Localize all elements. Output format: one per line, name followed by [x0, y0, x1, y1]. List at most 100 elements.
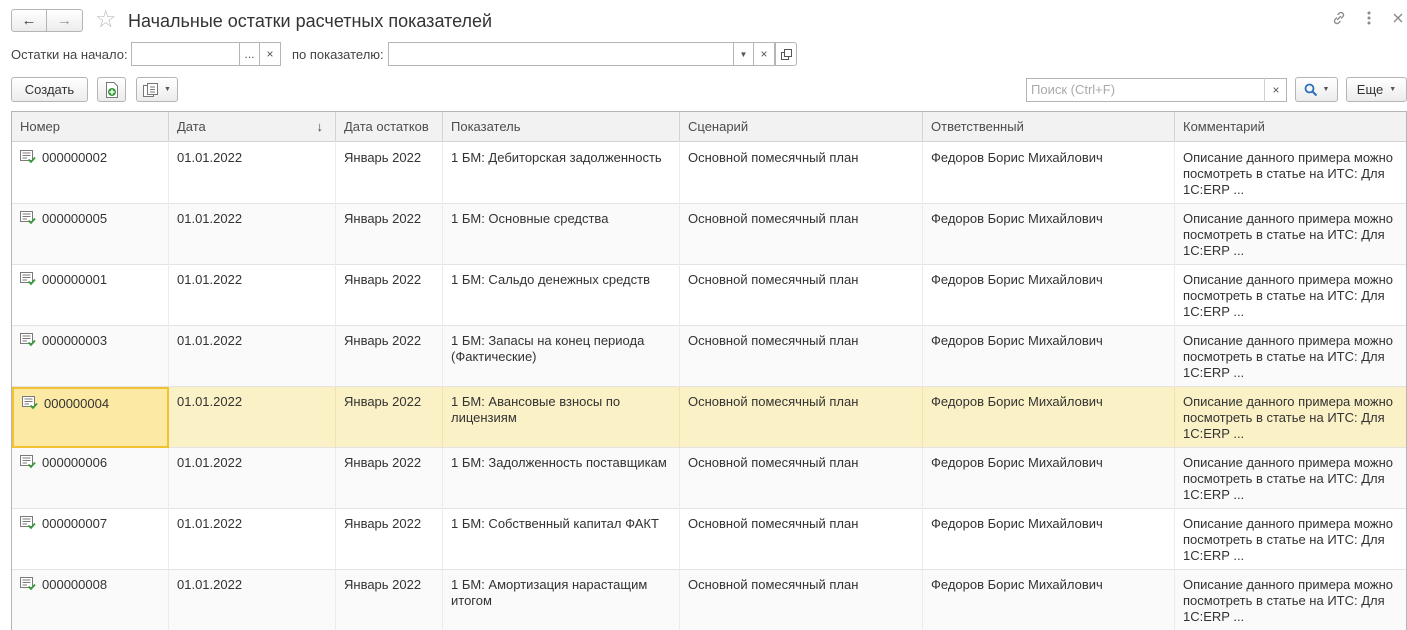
- cell-scenario[interactable]: Основной помесячный план: [680, 448, 923, 509]
- cell-indicator[interactable]: 1 БМ: Дебиторская задолженность: [443, 143, 680, 204]
- cell-balance-date[interactable]: Январь 2022: [336, 326, 443, 387]
- cell-number[interactable]: 000000007: [12, 509, 169, 570]
- document-number: 000000004: [44, 396, 110, 411]
- cell-date[interactable]: 01.01.2022: [169, 509, 336, 570]
- cell-responsible[interactable]: Федоров Борис Михайлович: [923, 448, 1175, 509]
- table-row[interactable]: 000000004 01.01.2022 Январь 2022 1 БМ: Аван…: [12, 387, 1406, 448]
- cell-balance-date[interactable]: Январь 2022: [336, 387, 443, 448]
- print-menu-button[interactable]: ▼: [136, 77, 178, 102]
- cell-date[interactable]: 01.01.2022: [169, 448, 336, 509]
- more-button[interactable]: Еще ▼: [1346, 77, 1407, 102]
- cell-comment[interactable]: Описание данного примера можно посмотрет…: [1175, 387, 1406, 448]
- column-header-scenario[interactable]: Сценарий: [680, 112, 923, 142]
- cell-comment[interactable]: Описание данного примера можно посмотрет…: [1175, 509, 1406, 570]
- cell-balance-date[interactable]: Январь 2022: [336, 265, 443, 326]
- cell-indicator[interactable]: 1 БМ: Амортизация нарастащим итогом: [443, 570, 680, 630]
- cell-number[interactable]: 000000004: [12, 387, 169, 448]
- cell-scenario[interactable]: Основной помесячный план: [680, 570, 923, 630]
- indicator-dropdown-button[interactable]: ▼: [733, 42, 754, 66]
- cell-comment[interactable]: Описание данного примера можно посмотрет…: [1175, 570, 1406, 630]
- cell-date[interactable]: 01.01.2022: [169, 204, 336, 265]
- indicator-field[interactable]: [388, 42, 734, 66]
- close-icon[interactable]: [1392, 10, 1404, 31]
- indicator-open-button[interactable]: [775, 42, 797, 66]
- cell-scenario[interactable]: Основной помесячный план: [680, 204, 923, 265]
- table-row[interactable]: 000000003 01.01.2022 Январь 2022 1 БМ: Запа…: [12, 326, 1406, 387]
- start-date-clear-button[interactable]: ×: [260, 42, 281, 66]
- start-date-select-button[interactable]: ...: [239, 42, 260, 66]
- cell-responsible[interactable]: Федоров Борис Михайлович: [923, 265, 1175, 326]
- create-copy-button[interactable]: [97, 77, 126, 102]
- cell-indicator[interactable]: 1 БМ: Авансовые взносы по лицензиям: [443, 387, 680, 448]
- cell-responsible[interactable]: Федоров Борис Михайлович: [923, 570, 1175, 630]
- cell-balance-date[interactable]: Январь 2022: [336, 509, 443, 570]
- cell-responsible[interactable]: Федоров Борис Михайлович: [923, 509, 1175, 570]
- column-header-balance-date[interactable]: Дата остатков: [336, 112, 443, 142]
- chevron-down-icon: ▼: [739, 49, 748, 59]
- cell-comment[interactable]: Описание данного примера можно посмотрет…: [1175, 265, 1406, 326]
- cell-date[interactable]: 01.01.2022: [169, 143, 336, 204]
- cell-indicator[interactable]: 1 БМ: Основные средства: [443, 204, 680, 265]
- table-row[interactable]: 000000005 01.01.2022 Январь 2022 1 БМ: Осно…: [12, 204, 1406, 265]
- cell-responsible[interactable]: Федоров Борис Михайлович: [923, 326, 1175, 387]
- documents-table[interactable]: Номер Дата ↓ Дата остатков Показатель Сц…: [11, 111, 1407, 630]
- cell-responsible[interactable]: Федоров Борис Михайлович: [923, 143, 1175, 204]
- search-input[interactable]: Поиск (Ctrl+F): [1026, 78, 1287, 102]
- document-posted-icon: [20, 516, 36, 530]
- start-date-field[interactable]: [131, 42, 240, 66]
- table-row[interactable]: 000000001 01.01.2022 Январь 2022 1 БМ: Саль…: [12, 265, 1406, 326]
- column-header-number[interactable]: Номер: [12, 112, 169, 142]
- cell-number[interactable]: 000000005: [12, 204, 169, 265]
- column-header-responsible[interactable]: Ответственный: [923, 112, 1175, 142]
- cell-number[interactable]: 000000006: [12, 448, 169, 509]
- cell-responsible[interactable]: Федоров Борис Михайлович: [923, 387, 1175, 448]
- table-row[interactable]: 000000007 01.01.2022 Январь 2022 1 БМ: Собс…: [12, 509, 1406, 570]
- column-header-date[interactable]: Дата ↓: [169, 112, 336, 142]
- search-options-button[interactable]: ▼: [1295, 77, 1338, 102]
- cell-date[interactable]: 01.01.2022: [169, 265, 336, 326]
- cell-comment[interactable]: Описание данного примера можно посмотрет…: [1175, 204, 1406, 265]
- cell-indicator[interactable]: 1 БМ: Собственный капитал ФАКТ: [443, 509, 680, 570]
- cell-number[interactable]: 000000002: [12, 143, 169, 204]
- table-row[interactable]: 000000008 01.01.2022 Январь 2022 1 БМ: Амор…: [12, 570, 1406, 630]
- forward-button[interactable]: →: [47, 9, 83, 32]
- more-button-label: Еще: [1356, 82, 1384, 97]
- cell-comment[interactable]: Описание данного примера можно посмотрет…: [1175, 448, 1406, 509]
- table-row[interactable]: 000000006 01.01.2022 Январь 2022 1 БМ: Задо…: [12, 448, 1406, 509]
- cell-balance-date[interactable]: Январь 2022: [336, 448, 443, 509]
- arrow-left-icon: ←: [21, 12, 37, 29]
- cell-scenario[interactable]: Основной помесячный план: [680, 265, 923, 326]
- cell-number[interactable]: 000000001: [12, 265, 169, 326]
- indicator-clear-button[interactable]: ×: [754, 42, 775, 66]
- report-icon: [143, 82, 159, 97]
- cell-scenario[interactable]: Основной помесячный план: [680, 326, 923, 387]
- cell-date[interactable]: 01.01.2022: [169, 570, 336, 630]
- cell-balance-date[interactable]: Январь 2022: [336, 204, 443, 265]
- cell-scenario[interactable]: Основной помесячный план: [680, 387, 923, 448]
- cell-comment[interactable]: Описание данного примера можно посмотрет…: [1175, 143, 1406, 204]
- link-icon[interactable]: [1331, 10, 1347, 31]
- star-icon[interactable]: ☆: [95, 7, 117, 33]
- create-button[interactable]: Создать: [11, 77, 88, 102]
- more-vertical-icon[interactable]: [1362, 10, 1376, 31]
- cell-scenario[interactable]: Основной помесячный план: [680, 143, 923, 204]
- cell-number[interactable]: 000000008: [12, 570, 169, 630]
- column-header-indicator[interactable]: Показатель: [443, 112, 680, 142]
- cell-indicator[interactable]: 1 БМ: Запасы на конец периода (Фактическ…: [443, 326, 680, 387]
- cell-balance-date[interactable]: Январь 2022: [336, 143, 443, 204]
- cell-indicator[interactable]: 1 БМ: Задолженность поставщикам: [443, 448, 680, 509]
- cell-date[interactable]: 01.01.2022: [169, 326, 336, 387]
- document-number: 000000003: [42, 333, 108, 348]
- cell-comment[interactable]: Описание данного примера можно посмотрет…: [1175, 326, 1406, 387]
- cell-number[interactable]: 000000003: [12, 326, 169, 387]
- cell-date[interactable]: 01.01.2022: [169, 387, 336, 448]
- back-button[interactable]: ←: [11, 9, 47, 32]
- cell-scenario[interactable]: Основной помесячный план: [680, 509, 923, 570]
- cell-responsible[interactable]: Федоров Борис Михайлович: [923, 204, 1175, 265]
- search-clear-button[interactable]: ×: [1264, 78, 1287, 102]
- document-number: 000000001: [42, 272, 108, 287]
- cell-balance-date[interactable]: Январь 2022: [336, 570, 443, 630]
- table-row[interactable]: 000000002 01.01.2022 Январь 2022 1 БМ: Деби…: [12, 143, 1406, 204]
- cell-indicator[interactable]: 1 БМ: Сальдо денежных средств: [443, 265, 680, 326]
- column-header-comment[interactable]: Комментарий: [1175, 112, 1406, 142]
